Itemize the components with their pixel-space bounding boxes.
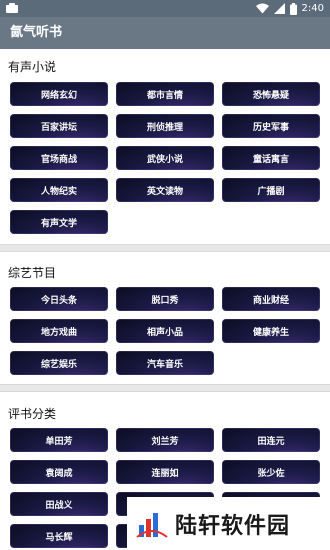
- category-button[interactable]: 刑侦推理: [116, 114, 214, 138]
- category-button[interactable]: 商业财经: [222, 287, 320, 311]
- category-button[interactable]: 袁阔成: [10, 460, 108, 484]
- category-button[interactable]: 马长辉: [10, 524, 108, 548]
- category-button[interactable]: 广播剧: [222, 178, 320, 202]
- category-button[interactable]: 相声小品: [116, 319, 214, 343]
- category-button[interactable]: 都市言情: [116, 82, 214, 106]
- section-title-storytelling: 评书分类: [8, 407, 57, 421]
- category-button[interactable]: 网络玄幻: [10, 82, 108, 106]
- category-button[interactable]: 童话寓言: [222, 146, 320, 170]
- category-button[interactable]: 单田芳: [10, 428, 108, 452]
- battery-icon: [289, 2, 297, 15]
- category-button[interactable]: 连丽如: [116, 460, 214, 484]
- section-title-variety: 综艺节目: [8, 266, 57, 280]
- category-button[interactable]: 脱口秀: [116, 287, 214, 311]
- variety-category-grid: 今日头条 脱口秀 商业财经地方戏曲 相声小品 健康养生综艺娱乐 汽车音乐: [10, 287, 320, 375]
- novels-category-grid: 网络玄幻 都市言情 恐怖悬疑百家讲坛 刑侦推理 历史军事官场商战 武侠小说 童话寓言人物纪实…: [10, 82, 320, 234]
- category-button[interactable]: 百家讲坛: [10, 114, 108, 138]
- category-button[interactable]: 武侠小说: [116, 146, 214, 170]
- app-bar: 氤气听书: [0, 17, 330, 49]
- category-button[interactable]: 田战义: [10, 492, 108, 516]
- category-button[interactable]: 地方戏曲: [10, 319, 108, 343]
- category-button[interactable]: 恐怖悬疑: [222, 82, 320, 106]
- status-bar: 2:40: [0, 0, 330, 17]
- status-time: 2:40: [301, 3, 324, 14]
- site-watermark: 陆轩软件园: [127, 497, 330, 550]
- section-divider: [0, 384, 330, 392]
- wifi-icon: [255, 3, 269, 14]
- section-divider: [0, 244, 330, 252]
- notification-icon: [6, 3, 18, 13]
- category-button[interactable]: 综艺娱乐: [10, 351, 108, 375]
- signal-icon: [273, 3, 285, 14]
- watermark-logo-icon: [136, 512, 168, 538]
- category-button[interactable]: 历史军事: [222, 114, 320, 138]
- category-button[interactable]: 汽车音乐: [116, 351, 214, 375]
- category-button[interactable]: 田连元: [222, 428, 320, 452]
- watermark-text: 陆轩软件园: [175, 513, 291, 539]
- category-button[interactable]: 人物纪实: [10, 178, 108, 202]
- category-button[interactable]: 张少佐: [222, 460, 320, 484]
- category-button[interactable]: 有声文学: [10, 210, 108, 234]
- category-button[interactable]: 英文读物: [116, 178, 214, 202]
- category-button[interactable]: 官场商战: [10, 146, 108, 170]
- category-button[interactable]: 刘兰芳: [116, 428, 214, 452]
- app-title: 氤气听书: [10, 25, 63, 40]
- category-button[interactable]: 今日头条: [10, 287, 108, 311]
- section-title-novels: 有声小说: [8, 60, 57, 74]
- category-button[interactable]: 健康养生: [222, 319, 320, 343]
